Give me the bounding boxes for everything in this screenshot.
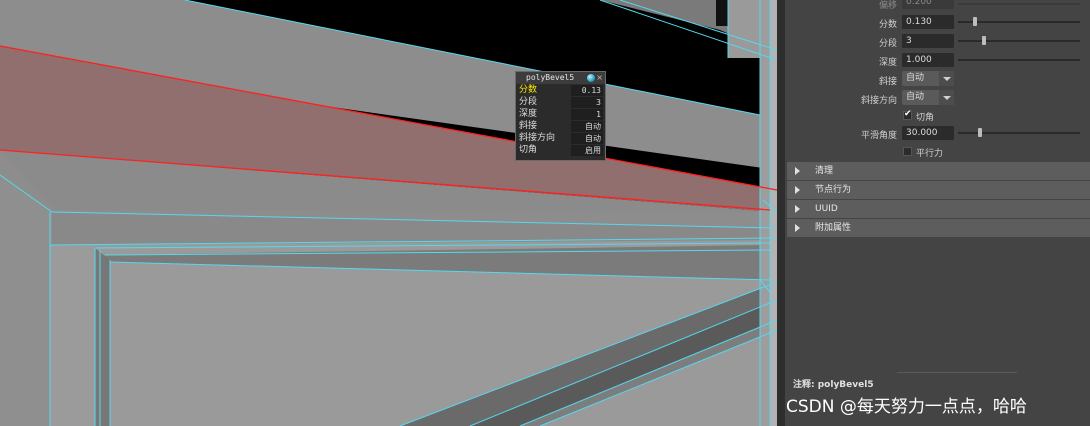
miter-along-dropdown[interactable]: 自动: [902, 90, 954, 105]
hud-row-fraction[interactable]: 分数 0.13: [518, 85, 604, 96]
hud-row-segments[interactable]: 分段 3: [518, 97, 604, 108]
smoothing-angle-label: 平滑角度: [860, 131, 897, 141]
mitering-dropdown[interactable]: 自动: [902, 71, 954, 86]
fraction-field[interactable]: 0.130: [902, 15, 954, 29]
chamfer-label: 切角: [916, 113, 935, 123]
hud-key: 斜接: [519, 121, 538, 131]
mitering-label: 斜接: [878, 77, 897, 87]
section-extra-attributes[interactable]: 附加属性: [787, 219, 1090, 237]
hud-close-icon[interactable]: ×: [596, 72, 603, 84]
depth-slider[interactable]: [958, 59, 1080, 61]
watermark: CSDN @每天努力一点点，哈哈: [786, 397, 1027, 417]
miter-along-value: 自动: [906, 92, 925, 102]
chamfer-checkbox[interactable]: [903, 109, 912, 120]
section-uuid[interactable]: UUID: [787, 200, 1090, 218]
section-label: 清理: [815, 166, 834, 176]
section-label: 节点行为: [815, 185, 852, 195]
hud-key: 切角: [519, 145, 538, 155]
segments-field[interactable]: 3: [902, 34, 954, 48]
fraction-slider[interactable]: [958, 17, 1080, 26]
depth-label: 深度: [878, 58, 897, 68]
hud-value[interactable]: 3: [571, 97, 603, 108]
fraction-label: 分数: [878, 20, 897, 30]
expand-arrow-icon: [795, 167, 800, 175]
section-cleanup[interactable]: 清理: [787, 162, 1090, 180]
mitering-value: 自动: [906, 73, 925, 83]
chevron-down-icon[interactable]: [939, 71, 954, 86]
section-node-behavior[interactable]: 节点行为: [787, 181, 1090, 199]
hud-key: 斜接方向: [519, 133, 556, 143]
attribute-editor: 偏移 0.200 分数 0.130 分段 3 深度 1.000 斜接 自动 斜接…: [777, 0, 1090, 426]
expand-arrow-icon: [795, 205, 800, 213]
miter-along-label: 斜接方向: [860, 96, 897, 106]
hud-row-mitering[interactable]: 斜接 自动: [518, 121, 604, 132]
smoothing-angle-slider[interactable]: [958, 128, 1080, 137]
notes-divider: [897, 372, 1017, 373]
offset-field: 0.200: [902, 0, 954, 9]
hud-value[interactable]: 0.13: [571, 85, 603, 96]
3d-viewport[interactable]: polyBevel5 × 分数 0.13 分段 3 深度 1 斜接 自动 斜接方…: [0, 0, 777, 426]
hud-value[interactable]: 启用: [571, 145, 603, 156]
hud-value[interactable]: 自动: [571, 133, 603, 144]
section-label: 附加属性: [815, 223, 852, 233]
offset-label: 偏移: [878, 1, 897, 11]
expand-arrow-icon: [795, 224, 800, 232]
panel-splitter[interactable]: [777, 0, 785, 426]
chevron-down-icon[interactable]: [939, 90, 954, 105]
expand-arrow-icon: [795, 186, 800, 194]
segments-slider[interactable]: [958, 36, 1080, 45]
hud-value[interactable]: 1: [571, 109, 603, 120]
hud-row-miter-along[interactable]: 斜接方向 自动: [518, 133, 604, 144]
slider-knob[interactable]: [973, 17, 978, 26]
smoothing-angle-field[interactable]: 30.000: [902, 126, 954, 140]
slider-knob[interactable]: [981, 36, 986, 45]
hud-row-chamfer[interactable]: 切角 启用: [518, 145, 604, 156]
hud-key: 分段: [519, 97, 538, 107]
hud-key: 分数: [519, 85, 538, 95]
hud-value[interactable]: 自动: [571, 121, 603, 132]
hud-sphere-icon[interactable]: [587, 74, 595, 82]
hud-row-depth[interactable]: 深度 1: [518, 109, 604, 120]
slider-knob[interactable]: [978, 128, 983, 137]
parallel-label: 平行力: [916, 149, 944, 159]
polybevel-hud[interactable]: polyBevel5 × 分数 0.13 分段 3 深度 1 斜接 自动 斜接方…: [515, 71, 606, 161]
hud-key: 深度: [519, 109, 538, 119]
section-label: UUID: [815, 204, 838, 214]
segments-label: 分段: [878, 39, 897, 49]
scene-geometry: [0, 0, 777, 426]
depth-field[interactable]: 1.000: [902, 53, 954, 67]
offset-slider: [958, 3, 1080, 5]
parallel-checkbox[interactable]: [903, 147, 912, 156]
notes-label: 注释: polyBevel5: [793, 380, 874, 390]
